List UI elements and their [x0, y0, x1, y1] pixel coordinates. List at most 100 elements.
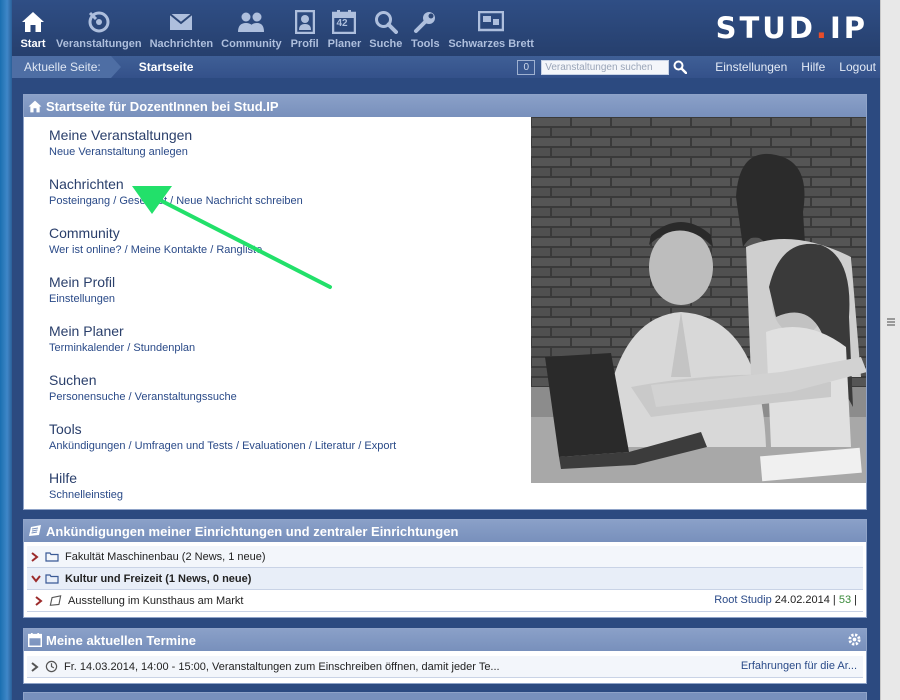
news-author[interactable]: Root Studip — [714, 594, 771, 606]
menu-title[interactable]: Hilfe — [49, 470, 77, 486]
chevron-down-icon[interactable] — [31, 574, 41, 583]
announcement-group-row[interactable]: Kultur und Freizeit (1 News, 0 neue) — [27, 568, 863, 590]
window-frame-left — [0, 0, 12, 700]
folder-icon — [45, 551, 59, 562]
community-icon — [236, 8, 266, 36]
menu-link[interactable]: Wer ist online? — [49, 244, 122, 256]
menu-title[interactable]: Mein Profil — [49, 274, 115, 290]
chevron-right-icon[interactable] — [35, 595, 45, 606]
dates-panel-header: Meine aktuellen Termine — [24, 629, 866, 651]
studip-logo: STUD.IP — [716, 11, 868, 45]
breadcrumb-current: Startseite — [138, 60, 194, 74]
menu-link[interactable]: Veranstaltungssuche — [135, 391, 237, 403]
menu-title[interactable]: Community — [49, 225, 120, 241]
scrollbar-grip[interactable] — [887, 318, 895, 326]
menu-title[interactable]: Mein Planer — [49, 323, 124, 339]
nav-item-schwarzes-brett[interactable]: Schwarzes Brett — [448, 8, 534, 50]
date-text[interactable]: Fr. 14.03.2014, 14:00 - 15:00, Veranstal… — [64, 661, 500, 673]
menu-section-nachrichten: Nachrichten Posteingang / Gesendet / Neu… — [49, 176, 303, 207]
courses-icon — [84, 8, 114, 36]
course-search-input[interactable] — [541, 59, 670, 75]
calendar-icon — [28, 633, 42, 647]
menu-title[interactable]: Tools — [49, 421, 82, 437]
settings-link[interactable]: Einstellungen — [715, 60, 787, 74]
help-link[interactable]: Hilfe — [801, 60, 825, 74]
news-separator: | — [832, 594, 836, 606]
nav-item-label: Start — [20, 38, 46, 50]
menu-link[interactable]: Literatur — [315, 440, 355, 452]
menu-section-hilfe: Hilfe Schnelleinstieg — [49, 470, 531, 505]
home-panel: Startseite für DozentInnen bei Stud.IP M… — [23, 94, 867, 510]
announcements-panel: Ankündigungen meiner Einrichtungen und z… — [23, 519, 867, 618]
chevron-right-icon[interactable] — [31, 551, 41, 562]
menu-title[interactable]: Nachrichten — [49, 176, 124, 192]
announcements-panel-header: Ankündigungen meiner Einrichtungen und z… — [24, 520, 866, 542]
nav-item-nachrichten[interactable]: Nachrichten — [150, 8, 213, 50]
news-meta: Root Studip 24.02.2014 | 53 | — [714, 594, 857, 606]
logo-dot: . — [815, 11, 830, 45]
dates-panel: Meine aktuellen Termine Fr. 14.03.2014, … — [23, 628, 867, 684]
header-tools: 0 Einstellungen Hilfe Logout — [517, 56, 876, 78]
logout-link[interactable]: Logout — [839, 60, 876, 74]
news-title[interactable]: Ausstellung im Kunsthaus am Markt — [68, 595, 243, 607]
news-icon — [49, 594, 62, 607]
menu-link[interactable]: Evaluationen — [242, 440, 306, 452]
breadcrumb-label: Aktuelle Seite: — [12, 56, 121, 78]
clock-icon — [45, 660, 58, 673]
menu-link[interactable]: Neue Veranstaltung anlegen — [49, 146, 188, 158]
announcements-panel-title: Ankündigungen meiner Einrichtungen und z… — [46, 523, 459, 539]
nav-item-planer[interactable]: 42 Planer — [328, 8, 361, 50]
nav-item-tools[interactable]: Tools — [410, 8, 440, 50]
news-icon — [28, 524, 42, 538]
menu-link[interactable]: Ankündigungen — [49, 440, 125, 452]
menu-link[interactable]: Einstellungen — [49, 293, 115, 305]
calendar-day-number: 42 — [336, 18, 348, 29]
nav-item-veranstaltungen[interactable]: Veranstaltungen — [56, 8, 142, 50]
nav-item-start[interactable]: Start — [18, 8, 48, 50]
nav-item-community[interactable]: Community — [221, 8, 282, 50]
board-icon — [476, 8, 506, 36]
nav-items: Start Veranstaltungen Nachrichten Commun… — [12, 0, 542, 50]
news-row[interactable]: Ausstellung im Kunsthaus am Markt Root S… — [27, 590, 863, 612]
chevron-right-icon[interactable] — [31, 661, 41, 672]
menu-link[interactable]: Umfragen und Tests — [135, 440, 233, 452]
window-scrollbar[interactable] — [880, 0, 900, 700]
nav-item-profil[interactable]: Profil — [290, 8, 320, 50]
calendar-icon: 42 — [329, 8, 359, 36]
nav-item-label: Schwarzes Brett — [448, 38, 534, 50]
announcement-group-label: Kultur und Freizeit (1 News, 0 neue) — [65, 572, 252, 585]
menu-link[interactable]: Personensuche — [49, 391, 125, 403]
next-panel-header — [23, 692, 867, 700]
menu-section-tools: Tools Ankündigungen / Umfragen und Tests… — [49, 421, 397, 452]
menu-link[interactable]: Terminkalender — [49, 342, 124, 354]
logo-suffix: IP — [829, 11, 868, 45]
menu-link[interactable]: Posteingang — [49, 195, 110, 207]
menu-title[interactable]: Suchen — [49, 372, 96, 388]
menu-link[interactable]: Meine Kontakte — [131, 244, 207, 256]
notification-count[interactable]: 0 — [517, 59, 536, 75]
menu-link[interactable]: Schnelleinstieg — [49, 489, 123, 501]
start-menu: Meine Veranstaltungen Neue Veranstaltung… — [24, 117, 531, 507]
menu-link[interactable]: Neue Nachricht schreiben — [176, 195, 303, 207]
date-row[interactable]: Fr. 14.03.2014, 14:00 - 15:00, Veranstal… — [27, 656, 863, 678]
menu-section-community: Community Wer ist online? / Meine Kontak… — [49, 225, 263, 256]
menu-link[interactable]: Gesendet — [119, 195, 167, 207]
home-panel-title: Startseite für DozentInnen bei Stud.IP — [46, 98, 279, 114]
menu-link[interactable]: Rangliste — [216, 244, 262, 256]
home-panel-body: Meine Veranstaltungen Neue Veranstaltung… — [24, 117, 866, 507]
breadcrumb: Aktuelle Seite: Startseite 0 Einstellung… — [12, 56, 880, 78]
nav-item-suche[interactable]: Suche — [369, 8, 402, 50]
gear-icon[interactable] — [847, 632, 862, 650]
search-submit-icon[interactable] — [673, 60, 688, 74]
home-panel-header: Startseite für DozentInnen bei Stud.IP — [24, 95, 866, 117]
menu-title[interactable]: Meine Veranstaltungen — [49, 127, 192, 143]
profile-icon — [290, 8, 320, 36]
menu-section-veranstaltungen: Meine Veranstaltungen Neue Veranstaltung… — [49, 127, 531, 162]
menu-link[interactable]: Export — [364, 440, 396, 452]
menu-link[interactable]: Stundenplan — [133, 342, 195, 354]
announcement-group-row[interactable]: Fakultät Maschinenbau (2 News, 1 neue) — [27, 546, 863, 568]
date-course-link[interactable]: Erfahrungen für die Ar... — [741, 660, 857, 672]
home-icon — [18, 8, 48, 36]
dates-panel-title: Meine aktuellen Termine — [46, 632, 197, 648]
nav-item-label: Tools — [411, 38, 440, 50]
